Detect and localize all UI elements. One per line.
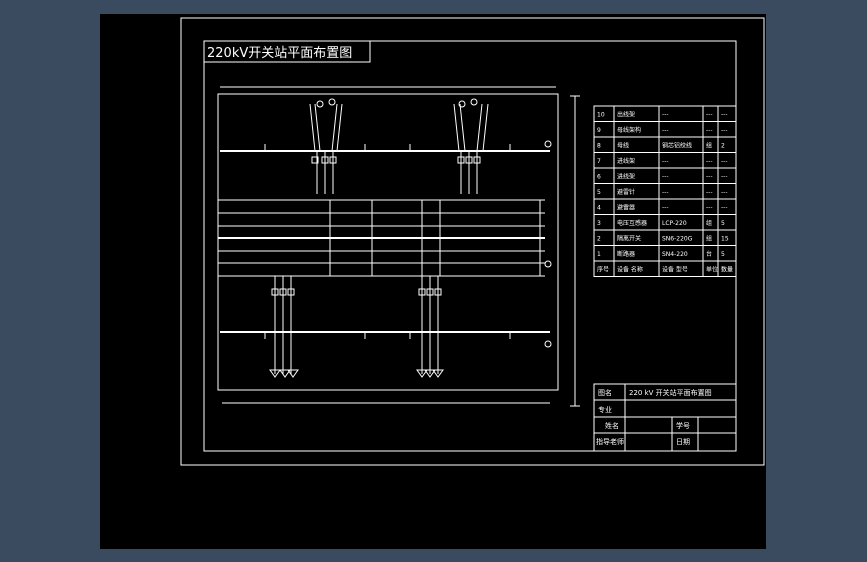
equipment-row-unit: --- — [706, 112, 713, 119]
equipment-row-name: 电压互感器 — [617, 219, 647, 227]
equipment-row-qty: 5 — [721, 220, 725, 227]
equipment-row-qty: --- — [721, 189, 728, 196]
equipment-row-model: --- — [662, 112, 669, 119]
equipment-row-unit: --- — [706, 205, 713, 212]
equipment-row-model: 钢芯铝绞线 — [662, 142, 692, 150]
equipment-header-unit: 单位 — [706, 266, 718, 274]
equipment-row-name: 避雷器 — [617, 204, 635, 212]
equipment-row-no: 4 — [597, 205, 601, 212]
title-block-name-label: 图名 — [598, 388, 612, 397]
equipment-row-model: --- — [662, 205, 669, 212]
equipment-row-unit: 组 — [706, 235, 712, 243]
equipment-row-name: 避雷针 — [617, 188, 635, 196]
switchyard-plan — [217, 86, 580, 407]
title-block-person-label: 姓名 — [605, 421, 619, 430]
equipment-row-model: LCP-220 — [662, 220, 687, 227]
equipment-row-no: 8 — [597, 143, 601, 150]
equipment-header-no: 序号 — [597, 266, 609, 274]
equipment-row-unit: --- — [706, 127, 713, 134]
equipment-row-qty: --- — [721, 127, 728, 134]
equipment-row-model: --- — [662, 174, 669, 181]
equipment-row-qty: --- — [721, 112, 728, 119]
title-block-student-no-label: 学号 — [676, 421, 690, 430]
title-block-date-label: 日期 — [676, 438, 690, 446]
equipment-row-qty: 5 — [721, 251, 725, 258]
cad-drawing: 220kV开关站平面布置图 10 出线架 --- --- ---9 母线架构 -… — [180, 17, 765, 466]
cad-viewport[interactable]: 220kV开关站平面布置图 10 出线架 --- --- --- 9 母线架构 … — [100, 14, 766, 549]
equipment-row-model: SN6-220G — [662, 236, 693, 243]
equipment-row-no: 5 — [597, 189, 601, 196]
equipment-header-qty: 数量 — [721, 266, 733, 274]
drawing-title: 220kV开关站平面布置图 — [207, 46, 352, 61]
equipment-row-model: --- — [662, 189, 669, 196]
equipment-row-no: 9 — [597, 127, 601, 134]
equipment-row-unit: 组 — [706, 142, 712, 150]
equipment-row-no: 7 — [597, 158, 601, 165]
equipment-row-unit: --- — [706, 174, 713, 181]
equipment-row-model: --- — [662, 127, 669, 134]
equipment-row-qty: --- — [721, 158, 728, 165]
equipment-row-qty: --- — [721, 205, 728, 212]
title-block-name: 220 kV 开关站平面布置图 — [629, 388, 712, 397]
equipment-row-name: 进线架 — [617, 157, 635, 165]
equipment-header-name: 设备 名称 — [617, 266, 643, 274]
title-block-major-label: 专业 — [598, 405, 612, 414]
equipment-row-no: 2 — [597, 236, 601, 243]
equipment-row-qty: 15 — [721, 236, 729, 243]
equipment-row-qty: 2 — [721, 143, 725, 150]
title-block-advisor-label: 指导老师 — [596, 437, 624, 446]
equipment-row-unit: --- — [706, 158, 713, 165]
equipment-row-name: 出线架 — [617, 111, 635, 119]
equipment-row-name: 母线架构 — [617, 126, 641, 134]
equipment-row-name: 母线 — [617, 142, 629, 150]
equipment-row-qty: --- — [721, 174, 728, 181]
equipment-table: 10 出线架 --- --- ---9 母线架构 --- --- ---8 母线 钢芯铝绞线组 27 进… — [593, 105, 737, 277]
equipment-row-unit: 组 — [706, 219, 712, 227]
equipment-row-no: 6 — [597, 174, 601, 181]
equipment-row-model: --- — [662, 158, 669, 165]
equipment-header-model: 设备 型号 — [662, 266, 688, 274]
equipment-row-unit: 台 — [706, 250, 712, 258]
equipment-row-name: 进线架 — [617, 173, 635, 181]
equipment-row-no: 1 — [597, 251, 601, 258]
equipment-row-no: 10 — [597, 112, 605, 119]
equipment-row-no: 3 — [597, 220, 601, 227]
equipment-row-name: 断路器 — [617, 250, 635, 258]
equipment-row-name: 隔离开关 — [617, 235, 641, 243]
equipment-row-model: SN4-220 — [662, 251, 688, 258]
equipment-row-unit: --- — [706, 189, 713, 196]
